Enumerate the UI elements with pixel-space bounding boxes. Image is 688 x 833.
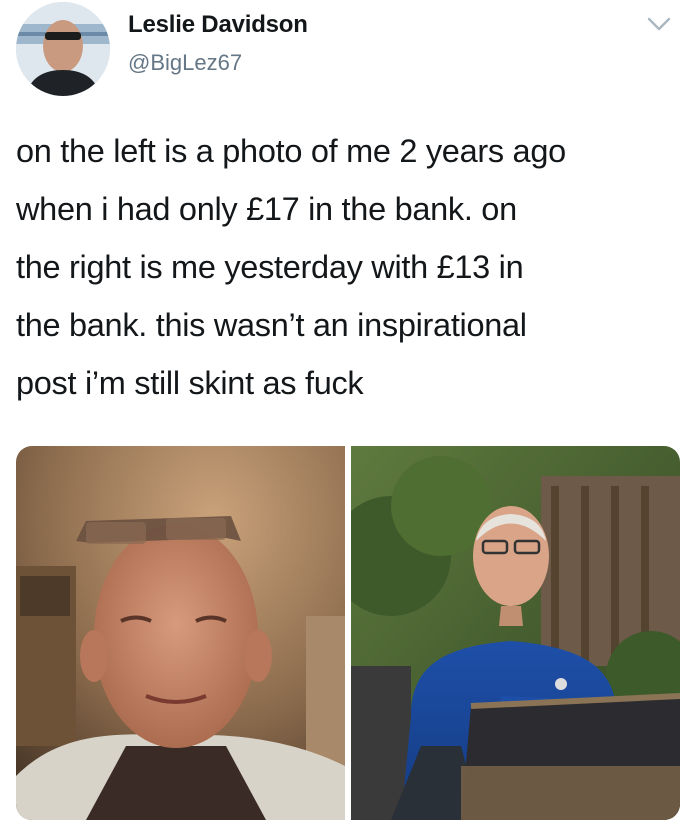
media-gallery xyxy=(16,446,680,820)
tweet-text-line: the bank. this wasn’t an inspirational xyxy=(16,307,527,343)
tweet-text-line: the right is me yesterday with £13 in xyxy=(16,249,524,285)
user-handle[interactable]: @BigLez67 xyxy=(128,50,242,76)
chevron-down-icon[interactable] xyxy=(646,14,672,34)
avatar[interactable] xyxy=(16,2,110,96)
tweet-text: on the left is a photo of me 2 years ago… xyxy=(16,122,681,412)
tweet-text-line: post i’m still skint as fuck xyxy=(16,365,364,401)
photo-left[interactable] xyxy=(16,446,345,820)
tweet-text-line: when i had only £17 in the bank. on xyxy=(16,191,517,227)
display-name[interactable]: Leslie Davidson xyxy=(128,11,308,39)
photo-right[interactable] xyxy=(351,446,680,820)
tweet-text-line: on the left is a photo of me 2 years ago xyxy=(16,133,566,169)
avatar-image xyxy=(16,2,110,96)
tweet-card: Leslie Davidson @BigLez67 on the left is… xyxy=(0,0,688,833)
